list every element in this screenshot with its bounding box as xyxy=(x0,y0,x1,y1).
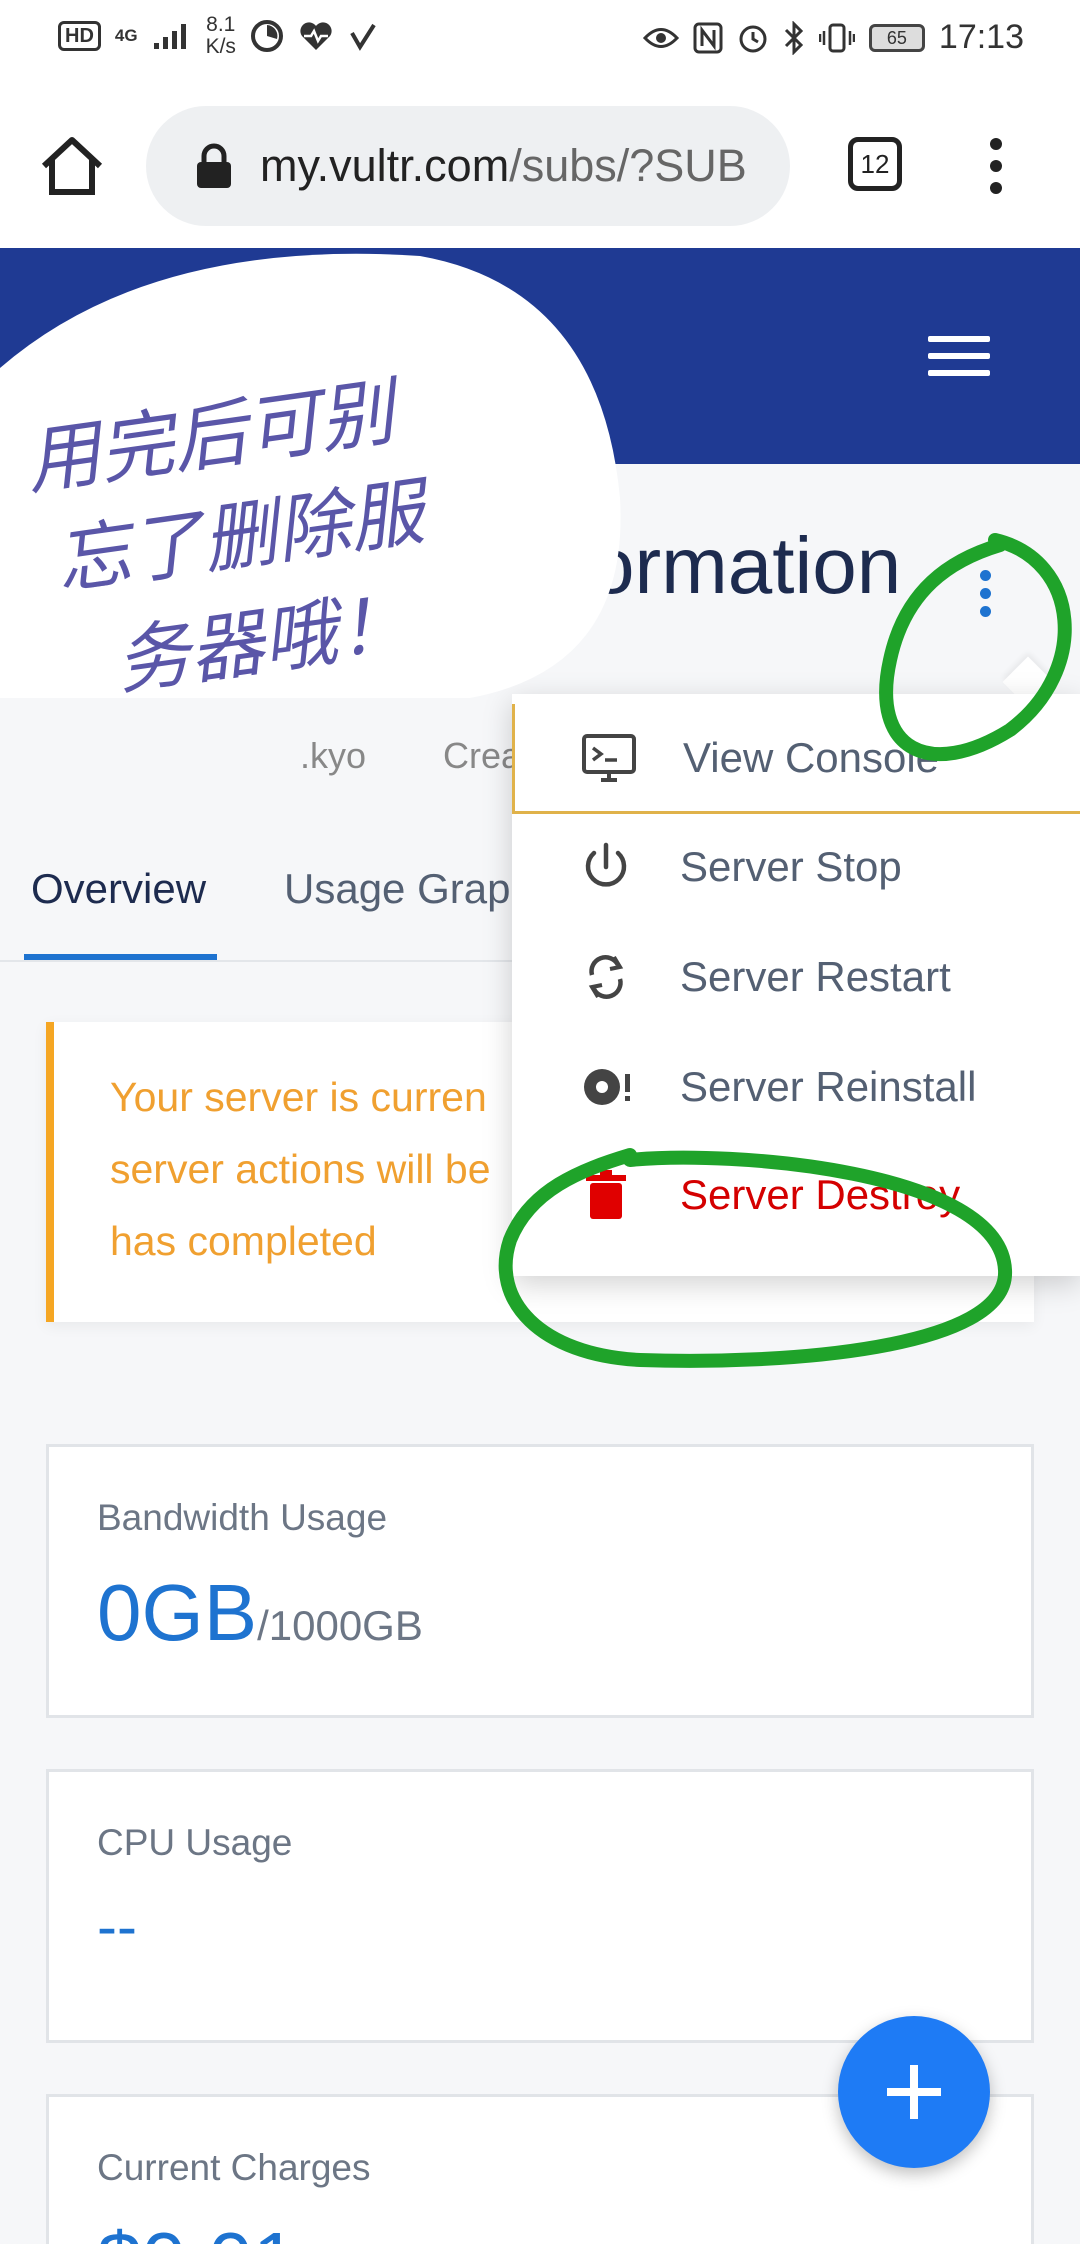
hamburger-menu-icon[interactable] xyxy=(928,336,990,380)
menu-item-server-reinstall[interactable]: Server Reinstall xyxy=(512,1032,1080,1142)
timer-icon xyxy=(250,20,283,52)
bluetooth-icon xyxy=(784,20,804,55)
cpu-label: CPU Usage xyxy=(97,1822,293,1863)
alert-line: has completed xyxy=(110,1218,377,1264)
health-icon xyxy=(300,22,332,50)
menu-item-label: Server Restart xyxy=(680,953,951,1000)
url-text: my.vultr.com/subs/?SUB xyxy=(260,140,747,191)
screen: HD 4G 8.1 K/s 65 17:13 my.vultr.com/subs… xyxy=(0,0,1080,2244)
menu-item-label: View Console xyxy=(683,733,940,781)
menu-item-label: Server Reinstall xyxy=(680,1063,977,1110)
battery-icon: 65 xyxy=(868,23,925,52)
bandwidth-total: /1000GB xyxy=(257,1602,423,1649)
clock: 17:13 xyxy=(938,18,1024,56)
lock-icon xyxy=(197,143,231,188)
active-tab-indicator xyxy=(24,954,217,960)
alert-line: Your server is curren xyxy=(110,1074,487,1120)
browser-toolbar: my.vultr.com/subs/?SUB 12 xyxy=(0,84,1080,248)
menu-item-server-stop[interactable]: Server Stop xyxy=(512,812,1080,922)
signal-icon xyxy=(153,24,186,49)
eye-icon xyxy=(642,27,679,48)
trash-icon xyxy=(586,1170,626,1219)
home-icon[interactable] xyxy=(38,132,106,200)
cpu-card: CPU Usage -- xyxy=(46,1769,1034,2043)
menu-item-label: Server Destroy xyxy=(680,1171,961,1218)
address-bar[interactable]: my.vultr.com/subs/?SUB xyxy=(146,106,790,226)
note-sticker: 用完后可别 忘了删除服 务器哦！ xyxy=(0,253,621,698)
reinstall-icon xyxy=(584,1069,630,1105)
charges-value: $0.01 xyxy=(97,2215,297,2244)
browser-menu-icon[interactable] xyxy=(982,136,1010,196)
server-actions-dropdown: View Console Server Stop Server Restart xyxy=(512,694,1080,1276)
alarm-icon xyxy=(739,25,767,52)
hd-indicator: HD xyxy=(58,21,101,51)
tab-overview[interactable]: Overview xyxy=(31,865,206,913)
status-bar: HD 4G 8.1 K/s 65 17:13 xyxy=(0,0,1080,84)
restart-icon xyxy=(588,955,624,999)
network-speed: 8.1 K/s xyxy=(205,13,236,58)
tab-usage-graphs[interactable]: Usage Grap xyxy=(284,865,510,913)
nfc-icon xyxy=(693,22,723,53)
menu-item-server-destroy[interactable]: Server Destroy xyxy=(512,1140,1080,1250)
server-location: .kyo xyxy=(300,735,367,776)
more-actions-icon[interactable] xyxy=(975,570,995,630)
power-icon xyxy=(585,842,627,887)
add-button[interactable] xyxy=(838,2016,990,2168)
menu-item-view-console[interactable]: View Console xyxy=(512,704,1080,814)
menu-item-label: Server Stop xyxy=(680,843,902,890)
menu-item-server-restart[interactable]: Server Restart xyxy=(512,922,1080,1032)
vibrate-icon xyxy=(818,23,855,52)
check-icon xyxy=(350,23,376,51)
bandwidth-value: 0GB/1000GB xyxy=(97,1568,423,1657)
cpu-value: -- xyxy=(97,1893,137,1960)
console-icon xyxy=(582,733,636,782)
charges-label: Current Charges xyxy=(97,2147,371,2188)
network-type: 4G xyxy=(114,26,138,45)
tab-switcher-button[interactable]: 12 xyxy=(848,137,902,191)
bandwidth-label: Bandwidth Usage xyxy=(97,1497,388,1538)
alert-line: server actions will be xyxy=(110,1146,491,1192)
server-created: Crea xyxy=(443,735,522,776)
bandwidth-card: Bandwidth Usage 0GB/1000GB xyxy=(46,1444,1034,1718)
